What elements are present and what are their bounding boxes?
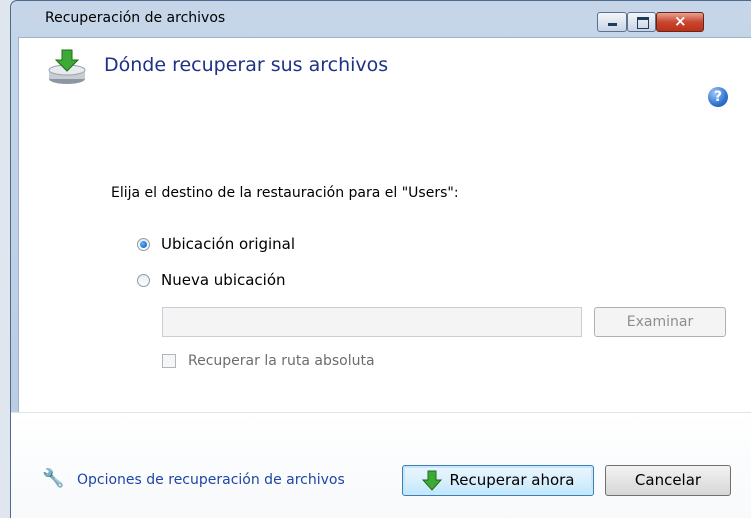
absolute-path-option[interactable]: Recuperar la ruta absoluta <box>162 353 375 369</box>
green-down-arrow-icon <box>422 470 443 491</box>
original-location-radio[interactable] <box>137 237 150 251</box>
new-location-option[interactable]: Nueva ubicación <box>137 271 286 289</box>
wrench-icon: 🔧 <box>42 468 65 489</box>
recover-now-label: Recuperar ahora <box>449 471 575 489</box>
close-icon: × <box>674 12 687 30</box>
title-bar[interactable]: Recuperación de archivos × <box>11 1 751 37</box>
destination-prompt: Elija el destino de la restauración para… <box>111 185 459 201</box>
original-location-option[interactable]: Ubicación original <box>137 235 295 253</box>
maximize-icon <box>637 17 649 29</box>
new-location-label: Nueva ubicación <box>161 271 286 289</box>
help-icon[interactable]: ? <box>708 87 728 107</box>
browse-button[interactable]: Examinar <box>594 307 726 337</box>
cancel-button[interactable]: Cancelar <box>605 465 731 496</box>
recover-now-button[interactable]: Recuperar ahora <box>402 465 594 496</box>
recovery-options-link[interactable]: 🔧 Opciones de recuperación de archivos <box>42 470 345 490</box>
original-location-label: Ubicación original <box>161 235 296 253</box>
absolute-path-checkbox[interactable] <box>162 354 176 368</box>
minimize-button[interactable] <box>597 12 627 32</box>
close-button[interactable]: × <box>656 12 704 32</box>
recovery-options-label: Opciones de recuperación de archivos <box>77 472 345 488</box>
new-location-path-input[interactable] <box>162 307 582 337</box>
new-location-radio[interactable] <box>137 273 150 287</box>
drive-download-icon <box>48 49 86 84</box>
maximize-button[interactable] <box>627 12 656 32</box>
dialog-window: Recuperación de archivos × ? Dónde recup… <box>10 0 751 518</box>
absolute-path-label: Recuperar la ruta absoluta <box>188 353 375 369</box>
page-title: Dónde recuperar sus archivos <box>104 54 389 76</box>
window-title: Recuperación de archivos <box>45 10 226 26</box>
minimize-icon <box>608 23 617 26</box>
